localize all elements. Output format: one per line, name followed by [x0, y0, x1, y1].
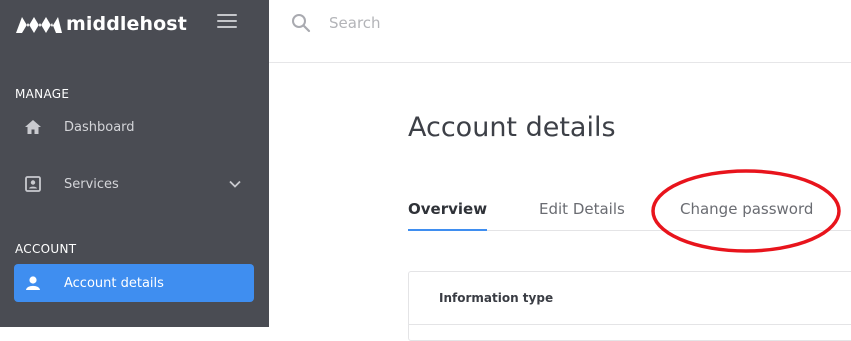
contact-card-icon: [25, 176, 41, 192]
sidebar: middlehost MANAGE Dashboard Services ACC…: [0, 0, 269, 327]
home-icon: [25, 120, 41, 134]
sidebar-item-label: Dashboard: [64, 119, 135, 135]
table-header-information-type: Information type: [439, 291, 554, 305]
middlehost-logo-icon: [16, 17, 62, 33]
sidebar-item-account-details[interactable]: Account details: [14, 264, 254, 302]
information-card: Information type: [408, 271, 851, 341]
sidebar-item-dashboard[interactable]: Dashboard: [14, 108, 254, 146]
search-input[interactable]: [329, 8, 729, 38]
divider: [409, 324, 851, 325]
section-label-account: ACCOUNT: [15, 242, 77, 256]
hamburger-menu-icon[interactable]: [217, 14, 237, 30]
sidebar-item-label: Account details: [64, 275, 164, 291]
tab-overview[interactable]: Overview: [408, 200, 488, 231]
annotation-circle: [651, 169, 841, 253]
search-icon: [292, 14, 311, 33]
tab-edit-details[interactable]: Edit Details: [539, 200, 625, 231]
chevron-down-icon[interactable]: [228, 177, 242, 191]
brand-name: middlehost: [66, 13, 187, 35]
top-bar: [269, 0, 851, 63]
brand[interactable]: middlehost: [14, 12, 187, 36]
sidebar-item-services[interactable]: Services: [14, 165, 254, 203]
page-title: Account details: [408, 112, 616, 143]
section-label-manage: MANAGE: [15, 87, 70, 101]
user-icon: [26, 276, 40, 290]
sidebar-item-label: Services: [64, 176, 119, 192]
